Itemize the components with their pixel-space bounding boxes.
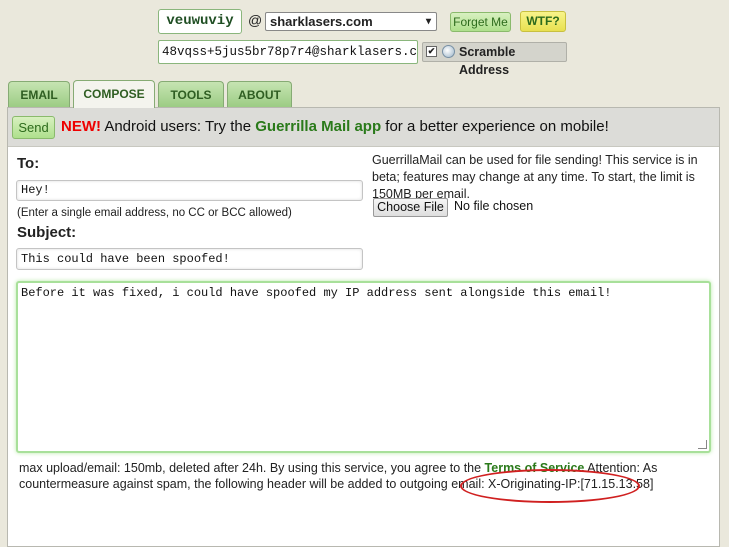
- choose-file-button[interactable]: Choose File: [373, 198, 448, 217]
- forget-me-button[interactable]: Forget Me: [450, 12, 511, 32]
- highlight-ellipse: [460, 469, 640, 503]
- android-notice: NEW! Android users: Try the Guerrilla Ma…: [61, 118, 609, 135]
- scramble-checkbox[interactable]: ✔: [426, 46, 437, 57]
- scramble-label: Scramble Address: [459, 45, 516, 77]
- to-label: To:: [17, 155, 40, 172]
- message-body-textarea[interactable]: Before it was fixed, i could have spoofe…: [16, 281, 711, 453]
- scramble-icon: [442, 45, 455, 58]
- tab-tools[interactable]: TOOLS: [158, 81, 224, 107]
- at-symbol: @: [248, 12, 263, 28]
- wtf-button[interactable]: WTF?: [520, 11, 566, 32]
- notice-text-before: Android users: Try the: [101, 118, 256, 135]
- domain-select[interactable]: sharklasers.com ▾: [265, 12, 437, 31]
- to-input[interactable]: Hey!: [16, 180, 363, 201]
- scramble-address-toggle[interactable]: ✔ Scramble Address: [422, 42, 567, 77]
- tab-about[interactable]: ABOUT: [227, 81, 292, 107]
- app-link[interactable]: Guerrilla Mail app: [255, 118, 381, 135]
- full-address-field[interactable]: 48vqss+5jus5br78p7r4@sharklasers.com: [158, 40, 418, 64]
- tab-compose[interactable]: COMPOSE: [73, 80, 155, 108]
- new-badge: NEW!: [61, 118, 101, 135]
- subject-input[interactable]: This could have been spoofed!: [16, 248, 363, 270]
- message-body-text: Before it was fixed, i could have spoofe…: [21, 286, 612, 300]
- domain-select-value: sharklasers.com: [270, 14, 373, 29]
- username-field[interactable]: veuwuviy: [158, 9, 242, 34]
- tab-email[interactable]: EMAIL: [8, 81, 70, 107]
- send-button[interactable]: Send: [12, 116, 55, 139]
- resize-handle-icon[interactable]: [698, 440, 707, 449]
- notice-text-after: for a better experience on mobile!: [381, 118, 609, 135]
- file-sending-info: GuerrillaMail can be used for file sendi…: [372, 153, 698, 201]
- footer-text-before: max upload/email: 150mb, deleted after 2…: [19, 461, 485, 475]
- subject-label: Subject:: [17, 224, 77, 241]
- chevron-down-icon: ▾: [425, 16, 431, 27]
- to-hint: (Enter a single email address, no CC or …: [17, 207, 292, 219]
- no-file-label: No file chosen: [454, 199, 534, 213]
